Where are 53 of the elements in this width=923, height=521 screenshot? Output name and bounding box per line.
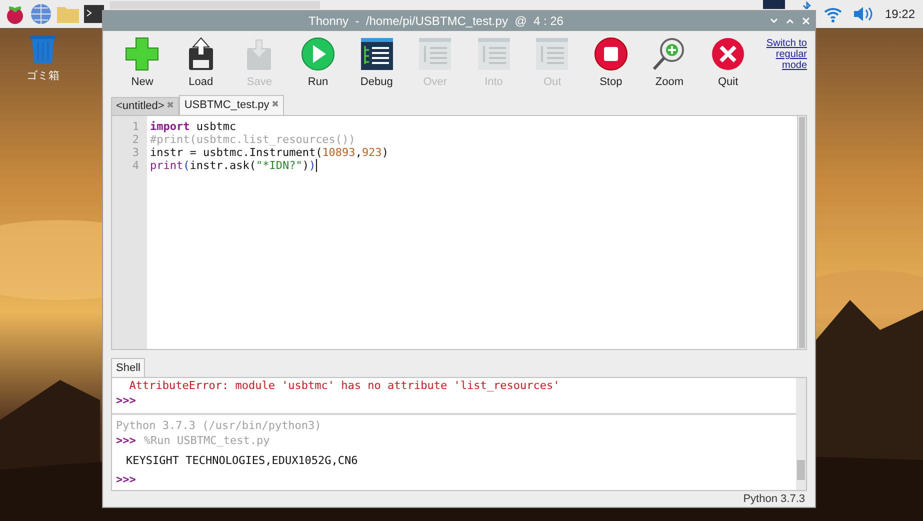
toolbar-button[interactable]: Run (288, 36, 348, 90)
play-icon (300, 36, 336, 72)
tab-label: <untitled> (116, 98, 164, 114)
toolbar-button[interactable]: Quit (698, 36, 758, 90)
trash-icon[interactable] (28, 34, 58, 64)
tab-label: USBTMC_test.py (184, 98, 270, 113)
close-icon[interactable] (801, 16, 812, 26)
wifi-icon[interactable] (822, 5, 843, 23)
shell-prompt: >>> (116, 433, 136, 450)
desktop-icon-label[interactable]: ゴミ箱 (26, 68, 60, 84)
error-text: AttributeError: module 'usbtmc' has no attribute 'list_resources' (128, 378, 561, 393)
toolbar-button[interactable]: Stop (582, 36, 640, 90)
plus-icon (124, 36, 160, 72)
debug-list-icon (358, 36, 395, 72)
toolbar-button[interactable]: Load (172, 36, 230, 90)
line-number: 3 (132, 146, 139, 159)
volume-icon[interactable] (852, 5, 874, 23)
editor-tab[interactable]: USBTMC_test.py ✖ (179, 94, 284, 115)
code-line: import usbtmc (150, 120, 238, 133)
interpreter-status[interactable]: Python 3.7.3 (743, 490, 805, 507)
toolbar-button[interactable]: Debug (347, 36, 406, 90)
toolbar-button[interactable]: Zoom (640, 36, 699, 90)
code-line: #print(usbtmc.list_resources()) (150, 132, 356, 146)
line-number: 2 (132, 132, 139, 146)
code-line: instr = usbtmc.Instrument(10893,923) (150, 146, 390, 159)
window-title: Thonny - /home/pi/USBTMC_test.py @ 4 : 26 (308, 12, 564, 30)
step-list-icon (417, 36, 454, 72)
toolbar-button[interactable]: New (113, 36, 172, 90)
line-number: 1 (132, 120, 139, 133)
shell-prompt: >>> (116, 472, 136, 488)
globe-icon[interactable] (29, 2, 53, 26)
terminal-icon[interactable] (83, 3, 105, 25)
stop-icon (592, 36, 629, 72)
close-icon (710, 36, 746, 72)
tray-icon[interactable] (762, 0, 785, 9)
scrollbar[interactable] (796, 378, 806, 490)
line-number: 4 (132, 158, 139, 172)
version-text: Python 3.7.3 (/usr/bin/python3) (116, 418, 322, 433)
shell-tab[interactable]: Shell (111, 358, 146, 377)
bluetooth-icon[interactable] (802, 0, 812, 9)
scrollbar[interactable] (797, 116, 806, 349)
shell-panel[interactable]: AttributeError: module 'usbtmc' has no attribute 'list_resources' >>> Python 3.7.3 (/usr/bin/python3) >>> %Run USBTMC_test.py KEYSIGHT TECHNOLOGIES,EDUX1052G,CN6 >>> (111, 376, 807, 490)
code-editor[interactable]: 1 2 3 4 import usbtmc #print(usbtmc.list_resources()) instr = usbtmc.Instrument(10893,923) print(instr.ask("*IDN?")) (111, 114, 807, 350)
minimize-icon[interactable] (769, 16, 780, 26)
shell-prompt: >>> (116, 393, 136, 410)
code-line: print(instr.ask("*IDN?")) (150, 158, 318, 172)
editor-tab[interactable]: <untitled> ✖ (111, 96, 180, 115)
mode-link[interactable]: Switch to regular mode (757, 38, 807, 71)
output-text: KEYSIGHT TECHNOLOGIES,EDUX1052G,CN6 (125, 452, 359, 469)
command-text: %Run USBTMC_test.py (144, 433, 270, 450)
step-list-icon (476, 36, 512, 72)
step-list-icon (534, 36, 570, 72)
clock: 19:22 (884, 6, 915, 23)
